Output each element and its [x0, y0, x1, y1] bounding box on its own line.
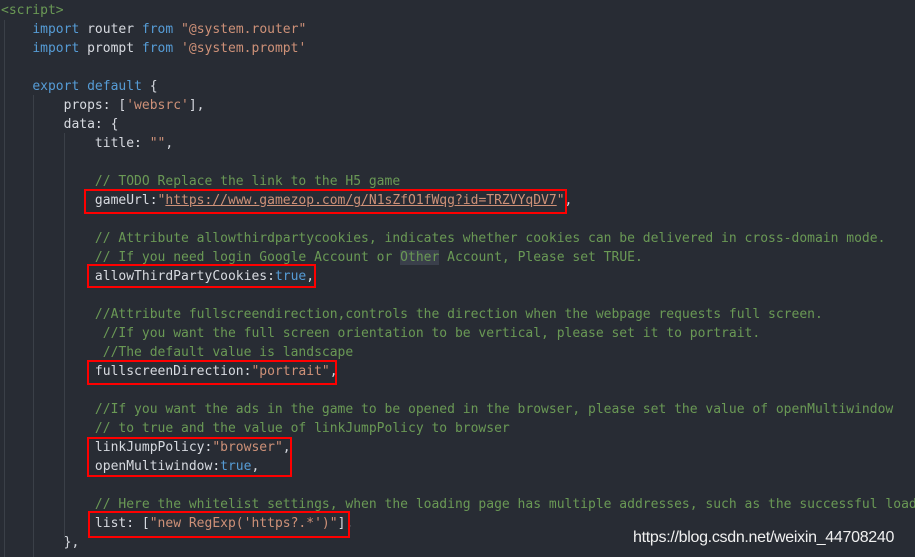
highlight-box-list [88, 511, 350, 538]
code-token: // If you need login Google Account or [94, 250, 401, 265]
code-token: import [32, 41, 80, 56]
code-line: title: "", [1, 134, 915, 153]
code-line: props: ['websrc'], [1, 96, 915, 115]
code-token: '@system.prompt' [181, 41, 307, 56]
code-line: export default { [1, 77, 915, 96]
code-token: import [32, 22, 80, 37]
code-token: //If you want the ads in the game to be … [94, 402, 894, 417]
code-line: //If you want the full screen orientatio… [1, 324, 915, 343]
code-token: "@system.router" [181, 22, 307, 37]
code-token: "" [149, 136, 166, 151]
highlight-box-linkjump-openmultiwindow [87, 437, 292, 477]
code-line: // to true and the value of linkJumpPoli… [1, 419, 915, 438]
code-token: default [87, 79, 142, 94]
code-line: // Attribute allowthirdpartycookies, ind… [1, 229, 915, 248]
code-token: //If you want the full screen orientatio… [102, 326, 761, 341]
highlight-box-fullscreendirection [87, 360, 337, 385]
code-token: <script> [1, 3, 64, 18]
code-token: ], [188, 98, 205, 113]
code-line: import router from "@system.router" [1, 20, 915, 39]
code-line: import prompt from '@system.prompt' [1, 39, 915, 58]
code-token: // TODO Replace the link to the H5 game [94, 174, 401, 189]
code-token: , [165, 136, 174, 151]
code-token: { [141, 79, 158, 94]
code-line: <script> [1, 1, 915, 20]
code-line: //Attribute fullscreendirection,controls… [1, 305, 915, 324]
code-token: router [79, 22, 142, 37]
highlight-box-allowthirdpartycookies [87, 264, 316, 288]
code-token: from [141, 41, 174, 56]
watermark: https://blog.csdn.net/weixin_44708240 [633, 529, 895, 546]
code-token: 'websrc' [126, 98, 189, 113]
code-token: // to true and the value of linkJumpPoli… [94, 421, 510, 436]
code-token: //Attribute fullscreendirection,controls… [94, 307, 823, 322]
code-token: props: [ [1, 98, 127, 113]
code-line: data: { [1, 115, 915, 134]
code-token: data: { [1, 117, 119, 132]
code-token: export [32, 79, 80, 94]
code-token: // Attribute allowthirdpartycookies, ind… [94, 231, 886, 246]
code-token: }, [1, 535, 80, 550]
code-token: title: [1, 136, 150, 151]
highlight-box-gameurl [84, 189, 567, 214]
code-token: //The default value is landscape [102, 345, 354, 360]
code-token: Other [400, 250, 440, 265]
code-token: from [141, 22, 174, 37]
code-token: prompt [79, 41, 142, 56]
code-line: //If you want the ads in the game to be … [1, 400, 915, 419]
code-token: Account, Please set TRUE. [439, 250, 643, 265]
code-token: // Here the whitelist settings, when the… [94, 497, 915, 512]
